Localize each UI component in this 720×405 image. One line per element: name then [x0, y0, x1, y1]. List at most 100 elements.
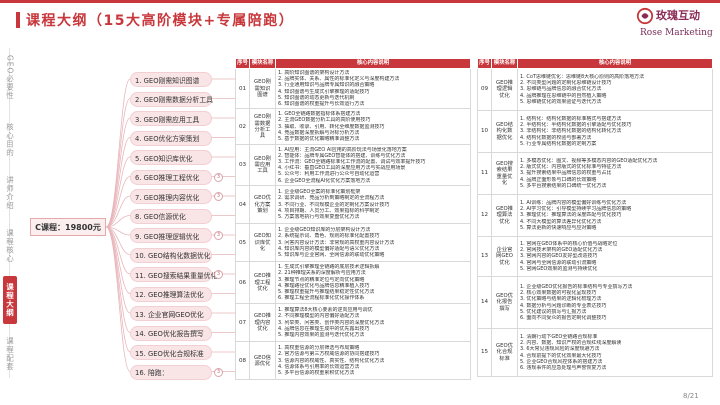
brand-logo: 玫瑰互动 Rose Marketing: [634, 4, 714, 46]
point-line: 6. 推理工程全流程标准化优化操作体系: [278, 295, 365, 302]
child-count-badge[interactable]: 3: [214, 172, 223, 182]
table-row: 07 GEO推理内容优化 1. 推理算法8大核心要素的逆向应用与调优 2. 不同推理模…: [235, 303, 471, 343]
child-count-badge[interactable]: 3: [214, 231, 223, 240]
row-index: 02: [235, 108, 250, 146]
row-points: 1. 高权重信源的分层筛选与布局策略 2. 官方信源与第三方权威信源的协同搭建技巧…: [275, 341, 471, 381]
point-line: 5. 官网GEO效果的监测与持续优化: [520, 265, 598, 272]
module-node-label: 8. GEO信源优化: [135, 213, 186, 221]
module-node[interactable]: 12. GEO推理算法优化: [130, 286, 212, 302]
module-node[interactable]: 4. GEO优化方案策划: [130, 130, 212, 146]
module-node-label: 4. GEO优化方案策划: [135, 135, 200, 143]
module-node[interactable]: 9. GEO推理逻辑优化 3: [130, 228, 223, 243]
table-row: 11 GEO搜索结果重量优化 1. 多模态优化：图文、视频等多模态内容的GEO适配优…: [477, 152, 713, 195]
row-module-name: GEO推理算法优化: [491, 194, 518, 237]
point-line: 5. 多平台搜索结果的口碑统一优化方法: [520, 182, 607, 189]
module-node-label: 5. GEO知识库优化: [135, 154, 193, 163]
module-node-label: 16. 陪跑：: [135, 369, 169, 377]
module-node-label: 9. GEO推理逻辑优化: [135, 232, 200, 241]
module-node[interactable]: 8. GEO信源优化: [130, 208, 212, 224]
module-node[interactable]: 13. 企业官网GEO优化: [130, 306, 212, 321]
module-node[interactable]: 7. GEO推理内容优化 3: [130, 189, 223, 204]
right-outline-table: 序号 模块名称 核心内容说明 09 GEO推理逻辑优化 1. CoT思维链优化：思维…: [477, 58, 713, 377]
row-module-name: GEO优化合规标准: [491, 328, 518, 377]
child-count-badge[interactable]: 3: [214, 192, 223, 201]
point-line: 5. 算法更新的快速响应与应对策略: [520, 224, 597, 231]
sidebar-item[interactable]: 课程大纲: [3, 276, 17, 324]
table-row: 04 GEO优化方案策划 1. 企业级GEO全案的标准化策划框架 2. 需求调研、竞品…: [235, 185, 471, 225]
module-node-label: 10. GEO结构化数据优化: [135, 252, 211, 260]
row-module-name: GEO搜索结果重量优化: [491, 152, 518, 195]
row-index: 09: [477, 68, 492, 111]
module-node-label: 6. GEO推理工程优化: [135, 174, 200, 182]
point-line: 5. 思维链优化的效果验证与迭代方法: [520, 98, 602, 105]
row-points: 1. 企业级GEO优化报告的标准结构与专业撰写方法 2. 核心效果数据的可视化呈现…: [517, 276, 713, 329]
row-module-name: GEO刚需数据分析工具: [249, 108, 276, 146]
module-node-label: 12. GEO推理算法优化: [135, 291, 204, 299]
row-points: 1. AI应用：主流GEO AI应用的高阶玩法与场景化落地方案 2. 智能体：品牌…: [275, 144, 471, 187]
module-node[interactable]: 6. GEO推理工程优化 3: [130, 169, 223, 185]
module-node-label: 7. GEO推理内容优化: [135, 193, 200, 202]
module-node[interactable]: 11. GEO搜索结果重量优化 3: [130, 267, 223, 282]
row-index: 03: [235, 144, 250, 187]
row-index: 13: [477, 236, 492, 277]
header-points: 核心内容说明: [275, 58, 471, 69]
child-count-badge[interactable]: 3: [214, 270, 223, 279]
module-node[interactable]: 14. GEO优化报告撰写: [130, 325, 212, 341]
sidebar-item[interactable]: 核心目的: [3, 118, 17, 162]
course-root-node: C课程：19800元: [30, 218, 106, 236]
table-row: 02 GEO刚需数据分析工具 1. GEO全链路数据指标体系搭建方法 2. 主流GEO…: [235, 108, 471, 146]
table-row: 14 GEO优化报告撰写 1. 企业级GEO优化报告的标准结构与专业撰写方法 2. 核…: [477, 276, 713, 329]
row-points: 1. 生成式引擎推理全链路的底层技术逻辑拆解 2. 21种推理关系的深度解析与应用…: [275, 261, 471, 305]
sidebar-item[interactable]: 讲师介绍: [3, 170, 17, 216]
row-module-name: 企业官网GEO优化: [491, 236, 518, 277]
module-node[interactable]: 16. 陪跑： 3: [130, 364, 223, 380]
row-index: 14: [477, 276, 492, 329]
table-row: 15 GEO优化合规标准 1. 清朗行动下GEO全链路合规标准 2. 内容、数据、知识…: [477, 328, 713, 377]
sidebar-item[interactable]: 课程配套: [3, 330, 17, 378]
module-node[interactable]: 5. GEO知识库优化: [130, 150, 212, 165]
point-line: 5. 方案落地执行与效果复盘优化方法: [278, 214, 360, 221]
table-row: 08 GEO信源优化 1. 高权重信源的分层筛选与布局策略 2. 官方信源与第三方权威…: [235, 341, 471, 381]
row-module-name: GEO优化报告撰写: [491, 276, 518, 329]
sidebar-item[interactable]: GEO必要性: [3, 48, 17, 106]
child-count-badge[interactable]: 3: [214, 367, 223, 377]
sidebar-item[interactable]: 课程核心: [3, 224, 17, 268]
logo-text-en: Rose Marketing: [640, 28, 713, 38]
row-index: 10: [477, 110, 492, 153]
module-node-label: 11. GEO搜索结果重量优化: [135, 271, 218, 280]
row-points: 1. 多模态优化：图文、视频等多模态内容的GEO适配优化方法 2. 版式优化：内容…: [517, 152, 713, 195]
module-node[interactable]: 15. GEO优化合规标准: [130, 345, 212, 360]
row-points: 1. 高阶知识图谱的架构设计方法 2. 品牌实体、关系、属性的标准化定义与深度构建…: [275, 67, 471, 110]
row-module-name: GEO结构化数据优化: [491, 110, 518, 153]
point-line: 6. 违规事件的应急处理与声誉恢复方法: [520, 364, 607, 371]
module-node[interactable]: 3. GEO刚需应用工具: [130, 111, 212, 126]
module-node-label: 14. GEO优化报告撰写: [135, 330, 204, 338]
point-line: 5. 基于数据的优化策略精准调整方法: [278, 136, 360, 143]
row-index: 06: [235, 261, 250, 305]
row-points: 1. 清朗行动下GEO全链路合规标准 2. 内容、数据、知识产权的合规红线深度解读…: [517, 328, 713, 377]
module-node-label: 13. 企业官网GEO优化: [135, 310, 204, 319]
table-row: 05 GEO知识库优化 1. 企业级GEO知识库的分层架构设计方法 2. 系统提示词、…: [235, 223, 471, 263]
row-index: 01: [235, 67, 250, 110]
header-points: 核心内容说明: [517, 58, 713, 69]
header-idx: 序号: [235, 58, 250, 69]
module-node[interactable]: 2. GEO刚需数据分析工具: [130, 91, 213, 107]
row-module-name: GEO信源优化: [249, 341, 276, 381]
row-points: 1. 结构化：结构化数据的标准格式与搭建方法 2. 半结构化：半结构化数据的引擎适…: [517, 110, 713, 153]
row-module-name: GEO推理内容优化: [249, 303, 276, 343]
module-node[interactable]: 10. GEO结构化数据优化: [130, 247, 212, 263]
point-line: 5. 多平台信源的权重累积优化方法: [278, 370, 355, 377]
row-points: 1. AI训练：品牌内容的模型偏好训练与优化方法 2. AI学习优化：引导模型持续…: [517, 194, 713, 237]
row-module-name: GEO推理逻辑优化: [491, 68, 518, 111]
row-module-name: GEO优化方案策划: [249, 185, 276, 225]
row-module-name: GEO推理工程优化: [249, 261, 276, 305]
point-line: 6. 企业GEO全流程AI化优化方案落地方法: [278, 177, 371, 184]
point-line: 6. 面向不同受众的报告定制化调整技巧: [520, 314, 607, 321]
point-line: 6. 知识图谱的权重提升与长效运行方法: [278, 101, 365, 108]
row-points: 1. GEO全链路数据指标体系搭建方法 2. 主流GEO数据分析工具的高阶使用技巧…: [275, 108, 471, 146]
module-node-label: 1. GEO刚需知识图谱: [135, 76, 200, 85]
title-accent-bar: [16, 12, 20, 28]
table-row: 12 GEO推理算法优化 1. AI训练：品牌内容的模型偏好训练与优化方法 2. AI…: [477, 194, 713, 237]
module-node[interactable]: 1. GEO刚需知识图谱: [130, 72, 212, 87]
row-index: 04: [235, 185, 250, 225]
